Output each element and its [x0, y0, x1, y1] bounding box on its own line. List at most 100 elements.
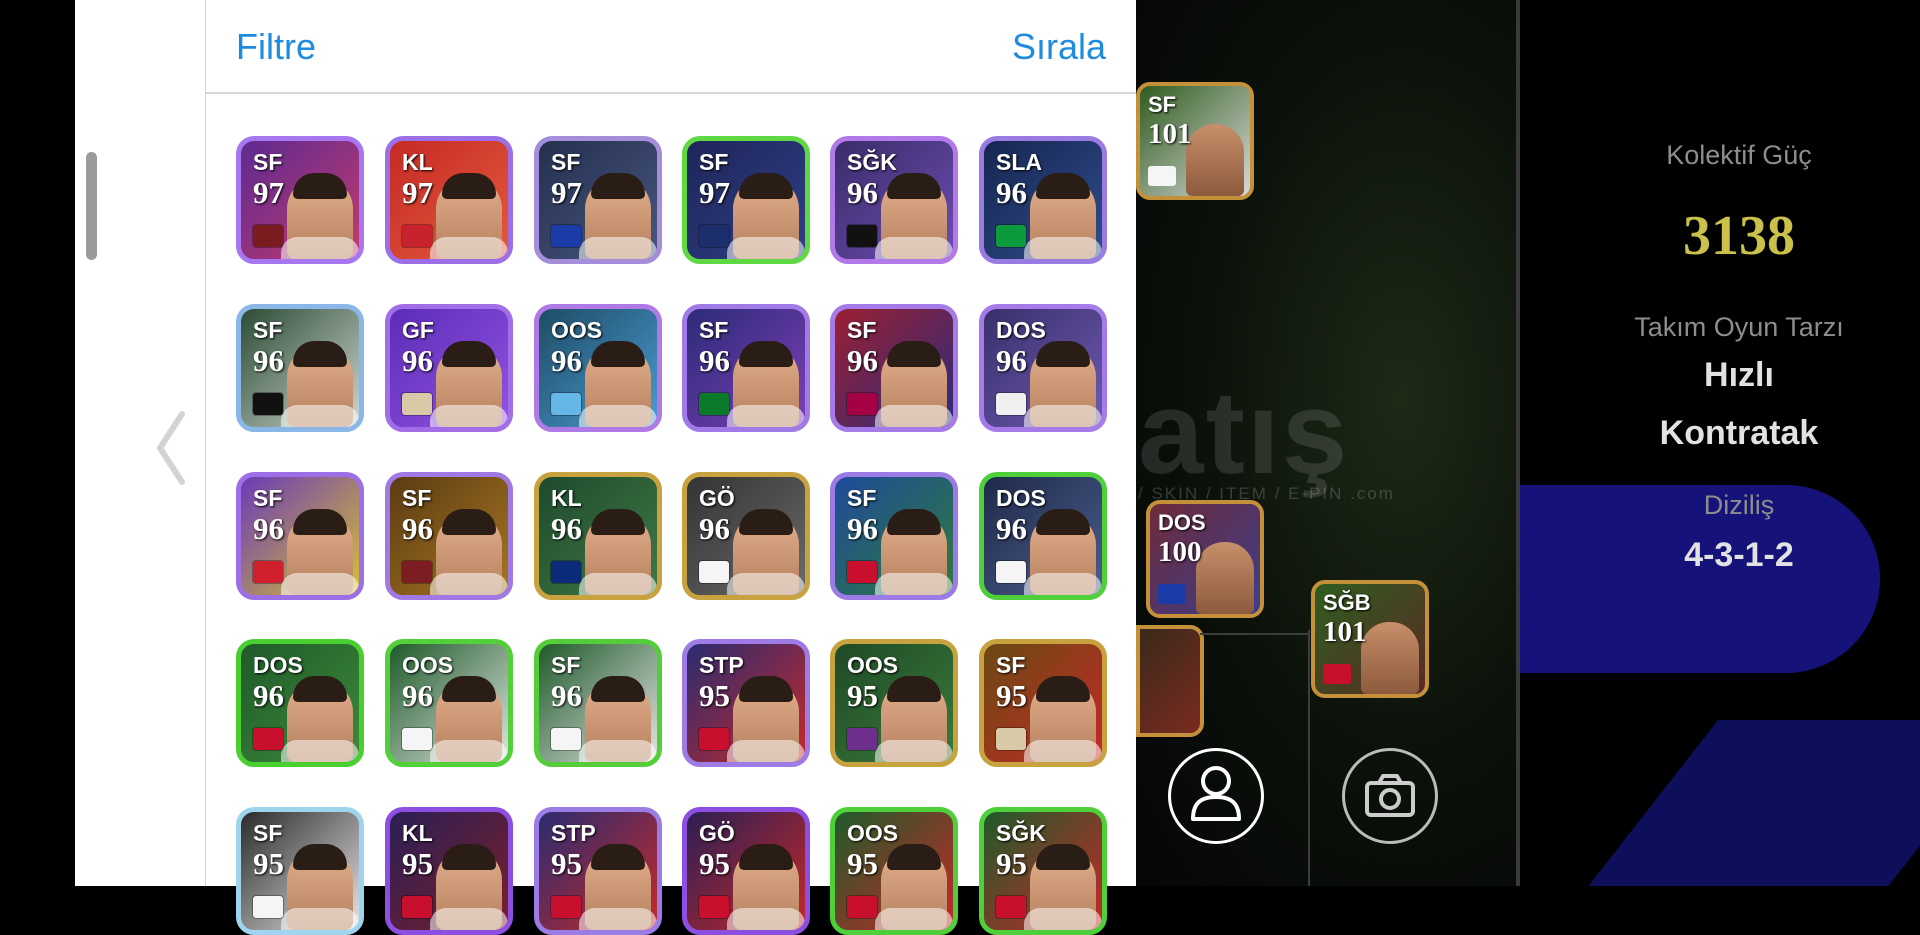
player-photo	[727, 509, 805, 595]
player-card[interactable]: STP 95	[534, 807, 662, 935]
club-emblem-icon	[253, 225, 283, 247]
player-card[interactable]: SF 96	[385, 472, 513, 600]
player-card[interactable]: STP 95	[682, 639, 810, 767]
player-card[interactable]: KL 96	[534, 472, 662, 600]
player-card[interactable]: SF 96	[682, 304, 810, 432]
pitch-player-card[interactable]: DOS 100	[1146, 500, 1264, 618]
filter-button[interactable]: Filtre	[236, 26, 316, 68]
decorative-stripe	[1561, 720, 1920, 886]
player-card[interactable]: KL 95	[385, 807, 513, 935]
player-card[interactable]: DOS 96	[979, 472, 1107, 600]
player-position: OOS	[402, 652, 454, 678]
player-photo	[1024, 173, 1102, 259]
player-rating: 96	[402, 343, 433, 378]
player-card[interactable]: SF 95	[236, 807, 364, 935]
pitch-player-card[interactable]	[1136, 625, 1204, 737]
player-position: SF	[253, 820, 283, 846]
player-photo	[1024, 676, 1102, 762]
player-rating: 95	[847, 678, 878, 713]
player-position: DOS	[996, 317, 1046, 343]
camera-icon	[1365, 774, 1415, 817]
player-rating: 96	[253, 678, 284, 713]
player-card[interactable]: SF 96	[236, 304, 364, 432]
player-position: KL	[551, 485, 582, 511]
player-card[interactable]: OOS 96	[534, 304, 662, 432]
club-emblem-icon	[996, 393, 1026, 415]
player-card[interactable]: GÖ 95	[682, 807, 810, 935]
club-emblem-icon	[996, 561, 1026, 583]
player-card[interactable]: SF 95	[979, 639, 1107, 767]
play-style-value: Hızlı	[1704, 356, 1774, 394]
club-emblem-icon	[551, 728, 581, 750]
player-card[interactable]: SF 97	[534, 136, 662, 264]
pitch-connector-line	[1200, 633, 1310, 635]
player-position: DOS	[253, 652, 303, 678]
player-rating: 95	[699, 846, 730, 881]
pitch-player-card[interactable]: SF 101	[1136, 82, 1254, 200]
player-card[interactable]: SĞK 95	[979, 807, 1107, 935]
formation-label: Diziliş	[1703, 490, 1775, 520]
player-card[interactable]: OOS 96	[385, 639, 513, 767]
pitch-player-card[interactable]: SĞB 101	[1311, 580, 1429, 698]
player-card[interactable]: SF 97	[236, 136, 364, 264]
player-card[interactable]: KL 97	[385, 136, 513, 264]
player-card[interactable]: SF 97	[682, 136, 810, 264]
player-card[interactable]: SĞK 96	[830, 136, 958, 264]
player-position: SF	[253, 317, 283, 343]
player-position: DOS	[1158, 510, 1206, 535]
player-position: KL	[402, 149, 433, 175]
person-icon	[1191, 766, 1241, 821]
club-emblem-icon	[551, 393, 581, 415]
player-photo	[1361, 622, 1419, 694]
club-emblem-icon	[1158, 584, 1186, 604]
player-position: GF	[402, 317, 434, 343]
player-card[interactable]: SF 96	[236, 472, 364, 600]
profile-button[interactable]	[1168, 748, 1264, 844]
player-position: SF	[996, 652, 1026, 678]
club-emblem-icon	[996, 225, 1026, 247]
player-rating: 96	[847, 175, 878, 210]
player-rating: 96	[402, 511, 433, 546]
player-card[interactable]: OOS 95	[830, 807, 958, 935]
player-rating: 96	[551, 678, 582, 713]
player-rating: 95	[402, 846, 433, 881]
club-emblem-icon	[847, 896, 877, 918]
player-card[interactable]: GÖ 96	[682, 472, 810, 600]
player-rating: 96	[847, 343, 878, 378]
player-position: GÖ	[699, 820, 735, 846]
player-photo	[281, 844, 359, 930]
club-emblem-icon	[996, 728, 1026, 750]
scrollbar-handle[interactable]	[86, 152, 97, 260]
team-stats-panel: Kolektif Güç 3138 Takım Oyun Tarzı Hızlı…	[1520, 0, 1920, 886]
club-emblem-icon	[551, 896, 581, 918]
player-card[interactable]: SF 96	[830, 472, 958, 600]
club-emblem-icon	[699, 225, 729, 247]
player-photo	[281, 509, 359, 595]
player-card[interactable]: SLA 96	[979, 136, 1107, 264]
chevron-left-icon[interactable]	[152, 408, 192, 488]
player-card[interactable]: SF 96	[830, 304, 958, 432]
club-emblem-icon	[402, 393, 432, 415]
sort-button[interactable]: Sırala	[1012, 26, 1106, 68]
player-photo	[579, 341, 657, 427]
player-photo	[430, 173, 508, 259]
player-position: SF	[699, 149, 729, 175]
club-emblem-icon	[847, 393, 877, 415]
player-card[interactable]: DOS 96	[236, 639, 364, 767]
play-style-label: Takım Oyun Tarzı	[1634, 312, 1844, 342]
player-card[interactable]: SF 96	[534, 639, 662, 767]
player-card[interactable]: GF 96	[385, 304, 513, 432]
club-emblem-icon	[699, 728, 729, 750]
player-rating: 95	[996, 846, 1027, 881]
player-photo	[430, 341, 508, 427]
player-position: SF	[253, 149, 283, 175]
camera-button[interactable]	[1342, 748, 1438, 844]
player-photo	[875, 173, 953, 259]
player-card[interactable]: DOS 96	[979, 304, 1107, 432]
formation-value[interactable]: 4-3-1-2	[1520, 536, 1920, 575]
player-rating: 95	[847, 846, 878, 881]
player-position: SF	[847, 317, 877, 343]
header-divider	[206, 92, 1136, 94]
player-position: OOS	[551, 317, 603, 343]
player-card[interactable]: OOS 95	[830, 639, 958, 767]
